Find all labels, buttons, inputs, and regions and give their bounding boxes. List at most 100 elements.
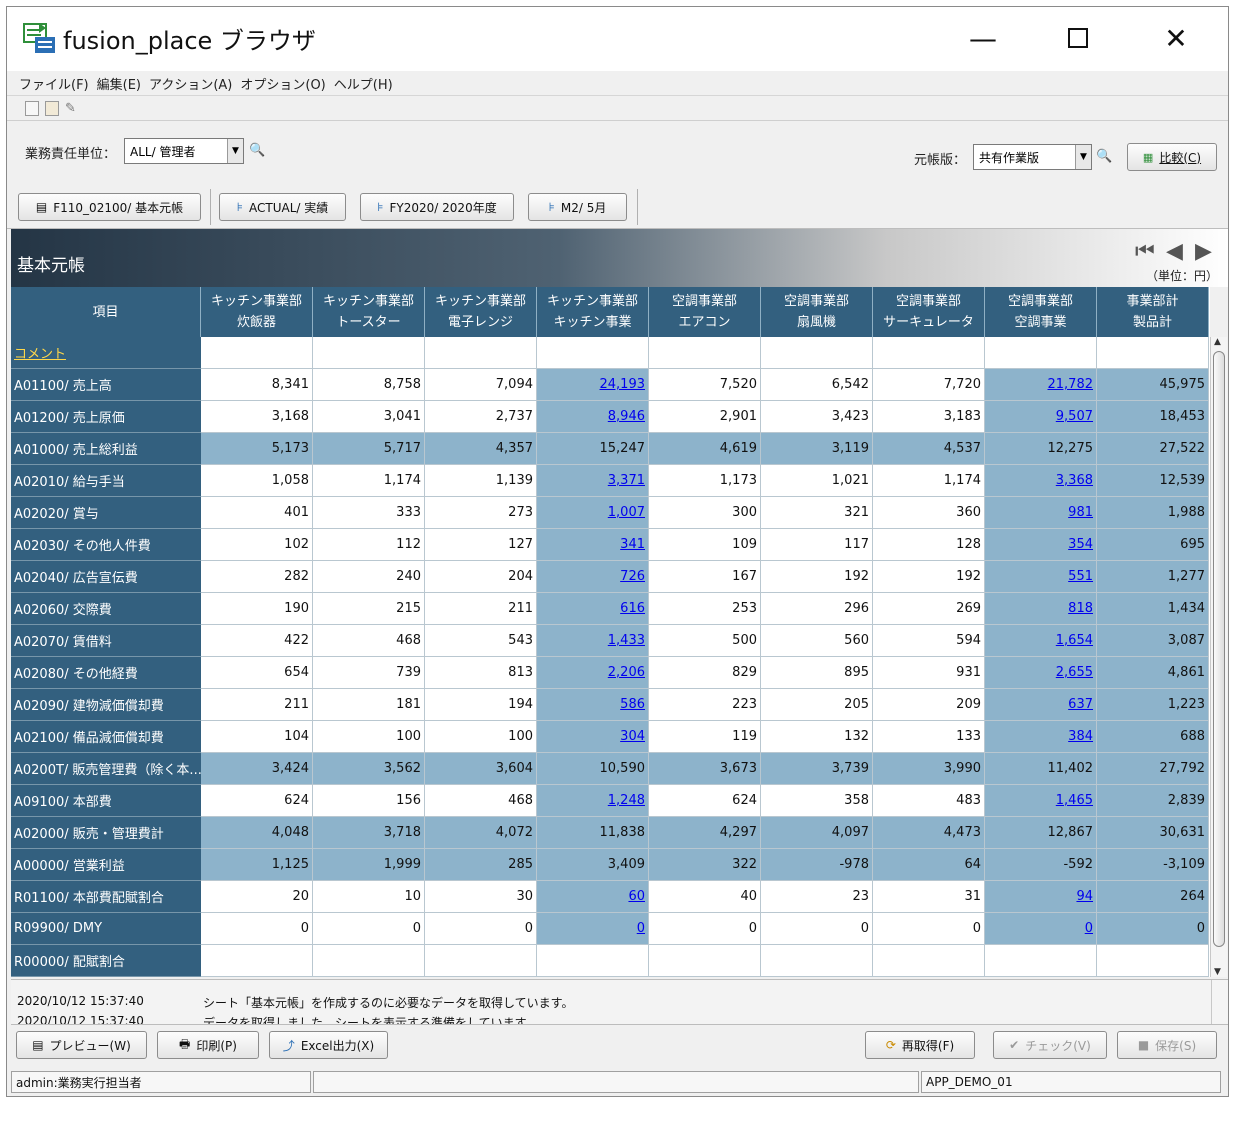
maximize-button[interactable] <box>1055 17 1101 59</box>
chevron-down-icon[interactable]: ▼ <box>227 139 243 163</box>
cell-value[interactable]: 1,248 <box>608 793 645 808</box>
table-cell[interactable]: 21,782 <box>985 369 1097 401</box>
scroll-up-icon[interactable]: ▲ <box>1214 337 1221 347</box>
check-button[interactable]: ✔ チェック(V) <box>993 1031 1107 1059</box>
table-cell[interactable]: 586 <box>537 689 649 721</box>
table-cell[interactable]: 60 <box>537 881 649 913</box>
cell-value[interactable]: 1,654 <box>1056 633 1093 648</box>
table-cell[interactable]: 354 <box>985 529 1097 561</box>
prev-page-icon[interactable]: ◀ <box>1166 239 1183 264</box>
table-cell[interactable]: 1,465 <box>985 785 1097 817</box>
cell-value[interactable]: 1,433 <box>608 633 645 648</box>
cell-value[interactable]: 8,946 <box>608 409 645 424</box>
tab-year[interactable]: ⊧ FY2020/ 2020年度 <box>360 193 514 221</box>
table-cell[interactable]: 818 <box>985 593 1097 625</box>
cell-value[interactable]: 2,206 <box>608 665 645 680</box>
table-cell[interactable]: 0 <box>537 913 649 945</box>
table-cell[interactable]: 341 <box>537 529 649 561</box>
table-cell: 109 <box>649 529 761 561</box>
comment-link[interactable]: コメント <box>14 343 66 362</box>
cell-value[interactable]: 616 <box>620 601 645 616</box>
excel-export-button[interactable]: ⤴ Excel出力(X) <box>269 1031 388 1059</box>
table-cell[interactable]: 3,368 <box>985 465 1097 497</box>
tab-scenario[interactable]: ⊧ ACTUAL/ 実績 <box>219 193 346 221</box>
cell-value[interactable]: 0 <box>1085 921 1093 936</box>
refetch-button[interactable]: ⟳ 再取得(F) <box>865 1031 975 1059</box>
cell-value[interactable]: 0 <box>637 921 645 936</box>
tab-sheet[interactable]: ▤ F110_02100/ 基本元帳 <box>18 193 201 221</box>
cell-value[interactable]: 341 <box>620 537 645 552</box>
cell-value[interactable]: 1,465 <box>1056 793 1093 808</box>
table-cell: 543 <box>425 625 537 657</box>
menu-help[interactable]: ヘルプ(H) <box>334 74 393 93</box>
print-button[interactable]: 🖶 印刷(P) <box>157 1031 259 1059</box>
cell-value[interactable]: 586 <box>620 697 645 712</box>
cell-value: 468 <box>396 633 421 648</box>
next-page-icon[interactable]: ▶ <box>1195 239 1212 264</box>
table-cell[interactable]: 3,371 <box>537 465 649 497</box>
close-button[interactable]: ✕ <box>1153 17 1199 59</box>
cell-value[interactable]: 384 <box>1068 729 1093 744</box>
cell-value: 3,424 <box>271 761 309 776</box>
menu-file[interactable]: ファイル(F) <box>19 74 89 93</box>
cell-value[interactable]: 637 <box>1068 697 1093 712</box>
save-button[interactable]: ■ 保存(S) <box>1117 1031 1217 1059</box>
table-cell[interactable]: 1,433 <box>537 625 649 657</box>
scroll-thumb[interactable] <box>1213 351 1225 947</box>
cell-value[interactable]: 551 <box>1068 569 1093 584</box>
cell-value[interactable]: 1,007 <box>608 505 645 520</box>
search-icon[interactable]: 🔍 <box>249 143 265 159</box>
chevron-down-icon[interactable]: ▼ <box>1075 145 1091 169</box>
cell-value[interactable]: 3,368 <box>1056 473 1093 488</box>
menu-edit[interactable]: 編集(E) <box>97 74 141 93</box>
eraser-icon[interactable]: ✎ <box>65 101 76 116</box>
table-cell[interactable]: 551 <box>985 561 1097 593</box>
cell-value[interactable]: 9,507 <box>1056 409 1093 424</box>
log-scrollbar[interactable] <box>1211 980 1228 1024</box>
table-cell[interactable]: 384 <box>985 721 1097 753</box>
table-cell[interactable]: 637 <box>985 689 1097 721</box>
table-cell[interactable]: 2,655 <box>985 657 1097 689</box>
cell-value[interactable]: 981 <box>1068 505 1093 520</box>
menu-options[interactable]: オプション(O) <box>240 74 325 93</box>
cell-value[interactable]: 726 <box>620 569 645 584</box>
table-cell[interactable]: 304 <box>537 721 649 753</box>
cell-value[interactable]: 304 <box>620 729 645 744</box>
first-page-icon[interactable]: ⏮ <box>1135 239 1155 264</box>
table-cell[interactable]: 94 <box>985 881 1097 913</box>
cell-value[interactable]: 818 <box>1068 601 1093 616</box>
table-cell[interactable]: 981 <box>985 497 1097 529</box>
table-cell[interactable]: 9,507 <box>985 401 1097 433</box>
table-cell[interactable]: 2,206 <box>537 657 649 689</box>
scroll-down-icon[interactable]: ▼ <box>1214 967 1221 977</box>
table-cell[interactable]: 8,946 <box>537 401 649 433</box>
cell-value[interactable]: 354 <box>1068 537 1093 552</box>
cell-value[interactable]: 2,655 <box>1056 665 1093 680</box>
unit-select[interactable]: ALL/ 管理者 ▼ <box>124 138 244 164</box>
cell-value[interactable]: 24,193 <box>600 377 646 392</box>
minimize-button[interactable]: — <box>960 17 1006 59</box>
table-cell[interactable]: 0 <box>985 913 1097 945</box>
table-cell[interactable]: 1,654 <box>985 625 1097 657</box>
cell-value[interactable]: 94 <box>1076 889 1093 904</box>
search-icon[interactable]: 🔍 <box>1096 149 1112 165</box>
table-cell[interactable]: 24,193 <box>537 369 649 401</box>
copy-icon[interactable] <box>25 100 39 116</box>
table-cell[interactable]: 616 <box>537 593 649 625</box>
compare-button[interactable]: ▦ 比較(C) <box>1127 143 1217 171</box>
cell-value: 1,174 <box>383 473 421 488</box>
paste-icon[interactable] <box>45 100 59 116</box>
cell-value[interactable]: 60 <box>628 889 645 904</box>
vertical-scrollbar[interactable]: ▲ ▼ <box>1210 337 1227 977</box>
menu-action[interactable]: アクション(A) <box>149 74 232 93</box>
ledger-select[interactable]: 共有作業版 ▼ <box>973 144 1092 170</box>
table-cell[interactable]: 1,248 <box>537 785 649 817</box>
table-cell[interactable]: 1,007 <box>537 497 649 529</box>
table-cell[interactable]: 726 <box>537 561 649 593</box>
row-label[interactable]: コメント <box>11 337 201 369</box>
cell-value[interactable]: 21,782 <box>1048 377 1094 392</box>
preview-button[interactable]: ▤ プレビュー(W) <box>16 1031 147 1059</box>
tab-month[interactable]: ⊧ M2/ 5月 <box>528 193 627 221</box>
cell-value[interactable]: 3,371 <box>608 473 645 488</box>
table-cell: 1,277 <box>1097 561 1209 593</box>
